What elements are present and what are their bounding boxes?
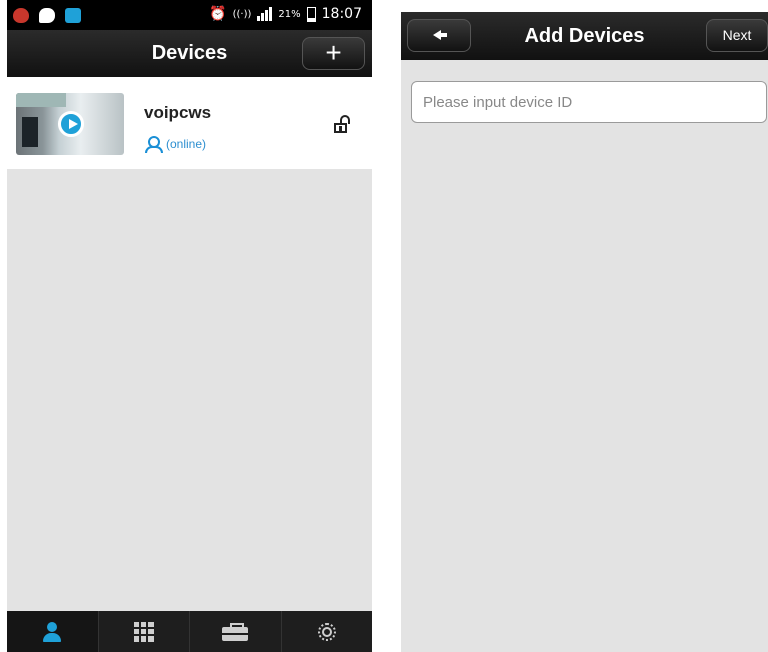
device-thumbnail[interactable] [16,93,124,155]
tab-settings[interactable] [282,611,373,652]
device-status-label: (online) [166,137,207,151]
tab-tools[interactable] [190,611,282,652]
device-name: voipcws [144,103,212,122]
clock: 18:07 [321,6,362,22]
bottom-tab-bar [7,611,372,652]
status-bar: ⏰ ((·)) 21% 18:07 [7,0,372,30]
chat-icon [39,8,55,23]
battery-percent: 21% [278,8,301,20]
devices-screen: ⏰ ((·)) 21% 18:07 Devices + voipcws (onl… [7,0,372,652]
alarm-icon: ⏰ [209,6,227,22]
battery-icon [306,6,316,22]
status-bar-right: ⏰ ((·)) 21% 18:07 [209,6,362,22]
add-devices-screen: Add Devices Next [401,12,768,652]
device-status: (online) [144,136,207,153]
grid-icon [133,621,154,642]
wifi-icon: ((·)) [232,8,252,20]
play-icon[interactable] [58,111,84,137]
tab-grid[interactable] [99,611,190,652]
unlock-icon[interactable] [334,115,351,133]
device-id-input[interactable] [411,81,767,123]
device-list-item[interactable]: voipcws (online) [7,77,372,169]
signal-icon [257,7,273,21]
contacts-icon [41,621,63,643]
devices-header: Devices + [7,30,372,77]
toolbox-icon [222,622,249,641]
add-device-button[interactable]: + [302,37,365,70]
app-icon [65,8,81,23]
add-devices-header: Add Devices Next [401,12,768,60]
settings-gear-icon [316,621,338,643]
user-icon [144,136,163,153]
antivirus-icon [13,8,29,23]
tab-devices[interactable] [7,611,99,652]
next-button[interactable]: Next [706,19,768,52]
